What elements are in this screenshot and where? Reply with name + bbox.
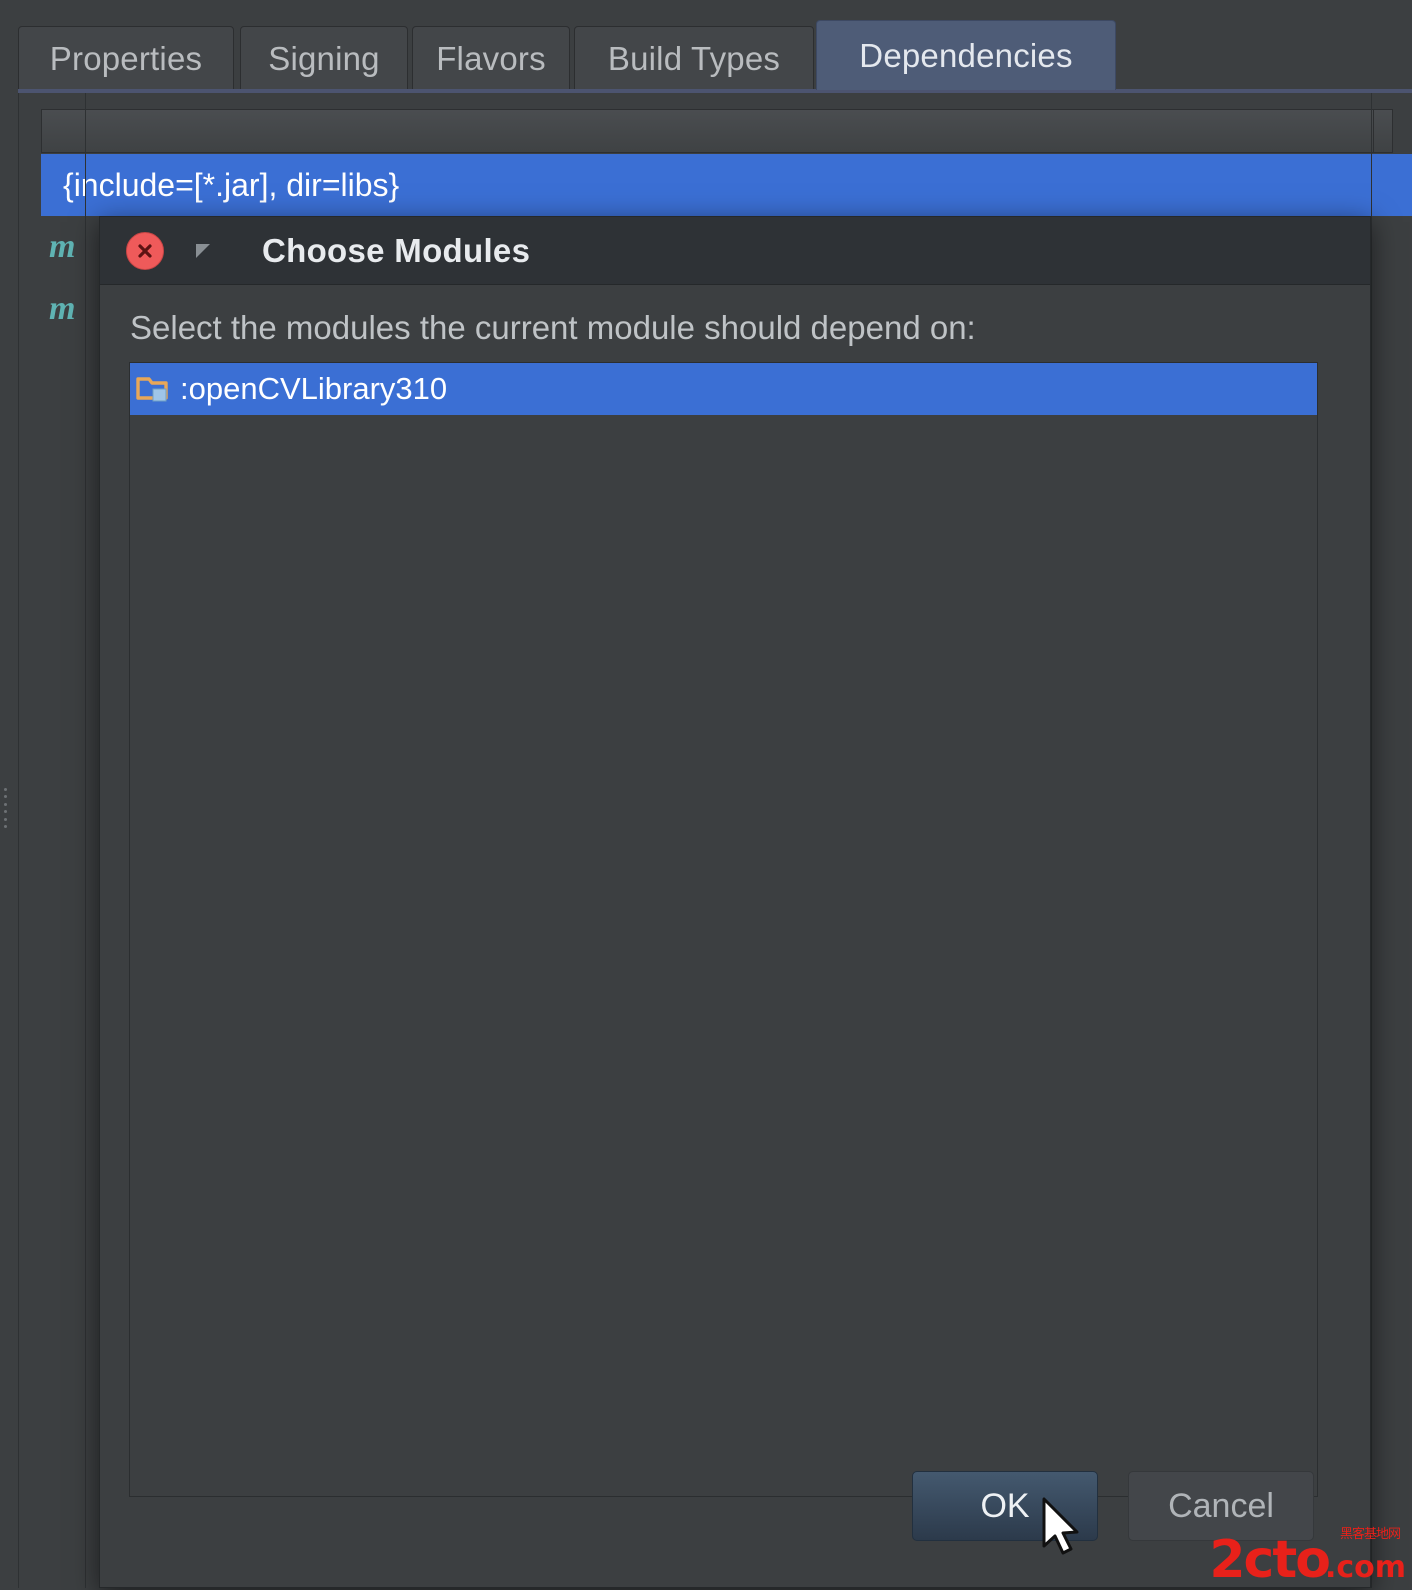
tab-signing-label: Signing [268, 39, 380, 77]
splitter-dot [3, 810, 7, 814]
column-separator [1373, 110, 1374, 152]
dependencies-table-header [41, 109, 1393, 153]
tab-flavors[interactable]: Flavors [412, 26, 570, 90]
module-name: :openCVLibrary310 [180, 371, 448, 406]
module-list[interactable]: :openCVLibrary310 [129, 362, 1318, 1497]
dialog-prompt: Select the modules the current module sh… [130, 309, 976, 346]
module-glyph: m [49, 228, 76, 265]
tab-dependencies[interactable]: Dependencies [816, 20, 1116, 90]
choose-modules-dialog: Choose Modules Select the modules the cu… [99, 216, 1371, 1588]
module-glyph: m [49, 290, 76, 327]
splitter-dot [3, 788, 7, 791]
dialog-title: Choose Modules [262, 231, 531, 269]
list-item[interactable]: :openCVLibrary310 [130, 363, 1317, 415]
tab-flavors-label: Flavors [436, 39, 546, 77]
splitter-dot [3, 802, 7, 806]
tab-build-types-label: Build Types [607, 39, 781, 77]
tab-dependencies-label: Dependencies [859, 36, 1073, 74]
tab-properties[interactable]: Properties [18, 26, 234, 90]
splitter-dot [3, 795, 7, 799]
cancel-button[interactable]: Cancel [1128, 1471, 1314, 1541]
dependency-label: {include=[*.jar], dir=libs} [63, 166, 400, 203]
module-folder-icon [136, 374, 170, 404]
minimize-icon[interactable] [192, 240, 214, 262]
splitter-dot [3, 824, 7, 828]
close-icon[interactable] [126, 231, 164, 270]
settings-tabstrip: Properties Signing Flavors Build Types D… [0, 0, 1412, 93]
tab-properties-label: Properties [49, 39, 203, 77]
dialog-button-bar: OK Cancel [912, 1471, 1314, 1541]
dialog-body: Select the modules the current module sh… [100, 285, 1370, 1587]
cancel-button-label: Cancel [1168, 1486, 1274, 1525]
ok-button-label: OK [980, 1486, 1030, 1525]
tab-signing[interactable]: Signing [240, 26, 408, 90]
panel-divider-right [1371, 93, 1372, 1588]
ok-button[interactable]: OK [912, 1471, 1098, 1541]
splitter-handle[interactable] [1, 786, 9, 830]
tab-build-types[interactable]: Build Types [574, 26, 814, 90]
app-root: Properties Signing Flavors Build Types D… [0, 0, 1412, 1588]
table-row[interactable]: {include=[*.jar], dir=libs} [41, 154, 1412, 216]
splitter-dot [3, 817, 7, 821]
dialog-titlebar[interactable]: Choose Modules [100, 217, 1370, 285]
panel-divider-left [85, 93, 86, 1588]
